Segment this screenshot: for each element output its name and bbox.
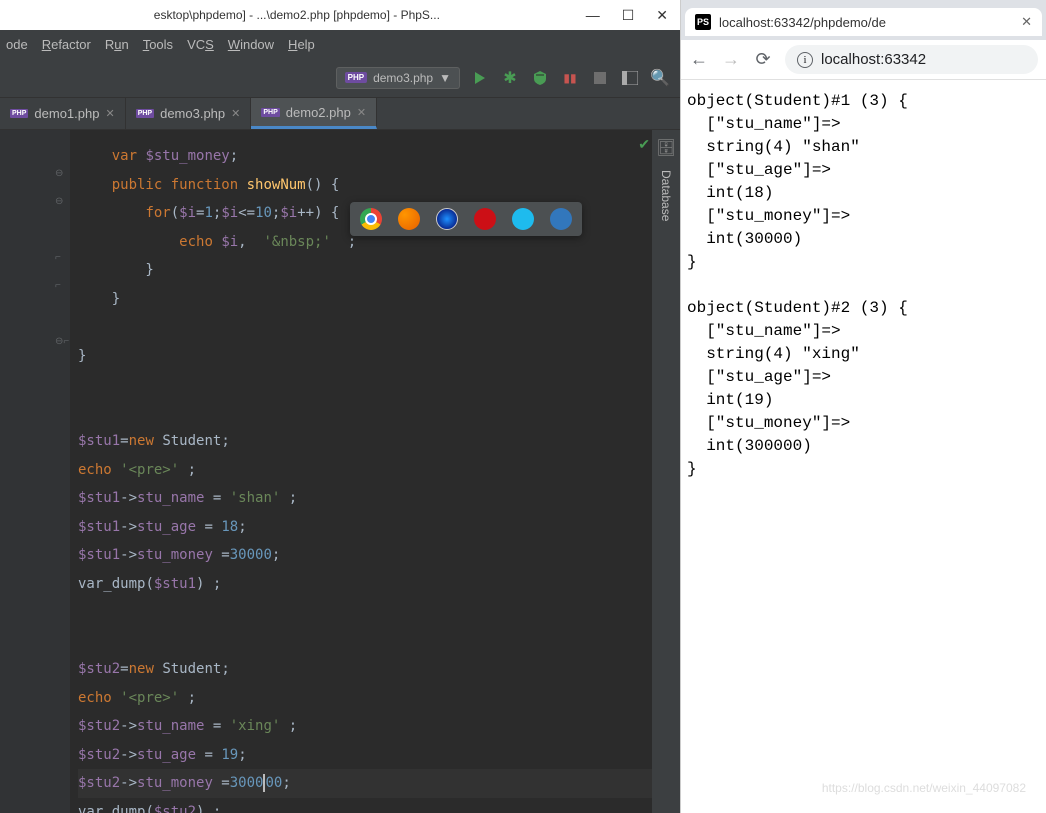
run-config-selector[interactable]: PHP demo3.php ▼ [336,67,460,89]
menu-bar: ode Refactor Run Tools VCS Window Help [0,30,680,58]
menu-vcs[interactable]: VCS [187,37,214,52]
debug-icon[interactable]: ✱ [500,68,520,88]
fold-icon[interactable]: ⊖ [55,168,63,179]
reload-button[interactable]: ⟳ [753,49,773,70]
title-bar[interactable]: esktop\phpdemo] - ...\demo2.php [phpdemo… [0,0,680,30]
tab-demo3[interactable]: PHP demo3.php ✕ [126,98,252,129]
tab-label: demo3.php [160,106,225,121]
layout-icon[interactable] [620,68,640,88]
address-bar[interactable]: i localhost:63342 [785,45,1038,74]
info-icon[interactable]: i [797,52,813,68]
menu-run[interactable]: Run [105,37,129,52]
search-icon[interactable]: 🔍 [650,68,670,88]
ide-window: esktop\phpdemo] - ...\demo2.php [phpdemo… [0,0,680,813]
menu-code[interactable]: ode [6,37,28,52]
browser-window: PS localhost:63342/phpdemo/de ✕ ← → ⟳ i … [680,0,1046,813]
run-config-label: demo3.php [373,71,433,85]
close-button[interactable]: ✕ [656,7,668,24]
php-file-icon: PHP [261,108,279,117]
run-icon[interactable] [470,68,490,88]
menu-refactor[interactable]: Refactor [42,37,91,52]
forward-button[interactable]: → [721,49,741,70]
menu-tools[interactable]: Tools [143,37,173,52]
tab-demo2[interactable]: PHP demo2.php ✕ [251,98,377,129]
fold-end-icon[interactable]: ⊖⌐ [55,336,69,347]
browser-tab[interactable]: PS localhost:63342/phpdemo/de ✕ [685,8,1042,36]
database-tool-button[interactable]: Database [659,170,673,221]
window-controls: — ☐ ✕ [586,7,672,24]
right-tool-strip: 🗄 Database [652,130,680,813]
menu-help[interactable]: Help [288,37,315,52]
php-badge-icon: PHP [345,72,367,83]
firefox-icon[interactable] [398,208,420,230]
close-icon[interactable]: ✕ [1021,14,1032,30]
back-button[interactable]: ← [689,49,709,70]
watermark: https://blog.csdn.net/weixin_44097082 [822,781,1026,795]
editor-tabs: PHP demo1.php ✕ PHP demo3.php ✕ PHP demo… [0,98,680,130]
favicon-icon: PS [695,14,711,30]
dropdown-icon: ▼ [439,71,451,85]
edge-icon[interactable] [550,208,572,230]
menu-window[interactable]: Window [228,37,274,52]
browser-preview-popup [350,202,582,236]
fold-end-icon[interactable]: ⌐ [55,280,61,291]
toolbar: PHP demo3.php ▼ ✱ ▮▮ 🔍 [0,58,680,98]
minimize-button[interactable]: — [586,7,600,24]
ie-icon[interactable] [512,208,534,230]
opera-icon[interactable] [474,208,496,230]
chrome-icon[interactable] [360,208,382,230]
php-file-icon: PHP [136,109,154,118]
browser-content[interactable]: object(Student)#1 (3) { ["stu_name"]=> s… [681,80,1046,813]
url-text: localhost:63342 [821,51,926,68]
fold-end-icon[interactable]: ⌐ [55,252,61,263]
inspection-ok-icon[interactable]: ✔ [638,136,650,153]
close-icon[interactable]: ✕ [231,107,240,120]
fold-icon[interactable]: ⊖ [55,196,63,207]
tab-demo1[interactable]: PHP demo1.php ✕ [0,98,126,129]
maximize-button[interactable]: ☐ [622,7,635,24]
tab-label: demo1.php [34,106,99,121]
stop-gray-icon[interactable] [590,68,610,88]
browser-tab-title: localhost:63342/phpdemo/de [719,15,1013,30]
close-icon[interactable]: ✕ [357,106,366,119]
window-title: esktop\phpdemo] - ...\demo2.php [phpdemo… [8,8,586,22]
close-icon[interactable]: ✕ [105,107,114,120]
safari-icon[interactable] [436,208,458,230]
stop-icon[interactable]: ▮▮ [560,68,580,88]
tab-label: demo2.php [286,105,351,120]
browser-nav-bar: ← → ⟳ i localhost:63342 [681,40,1046,80]
database-icon[interactable]: 🗄 [656,138,676,158]
gutter[interactable]: ⊖ ⊖ ⌐ ⌐ ⊖⌐ [0,130,70,813]
php-file-icon: PHP [10,109,28,118]
coverage-icon[interactable] [530,68,550,88]
browser-tab-bar: PS localhost:63342/phpdemo/de ✕ [681,0,1046,40]
